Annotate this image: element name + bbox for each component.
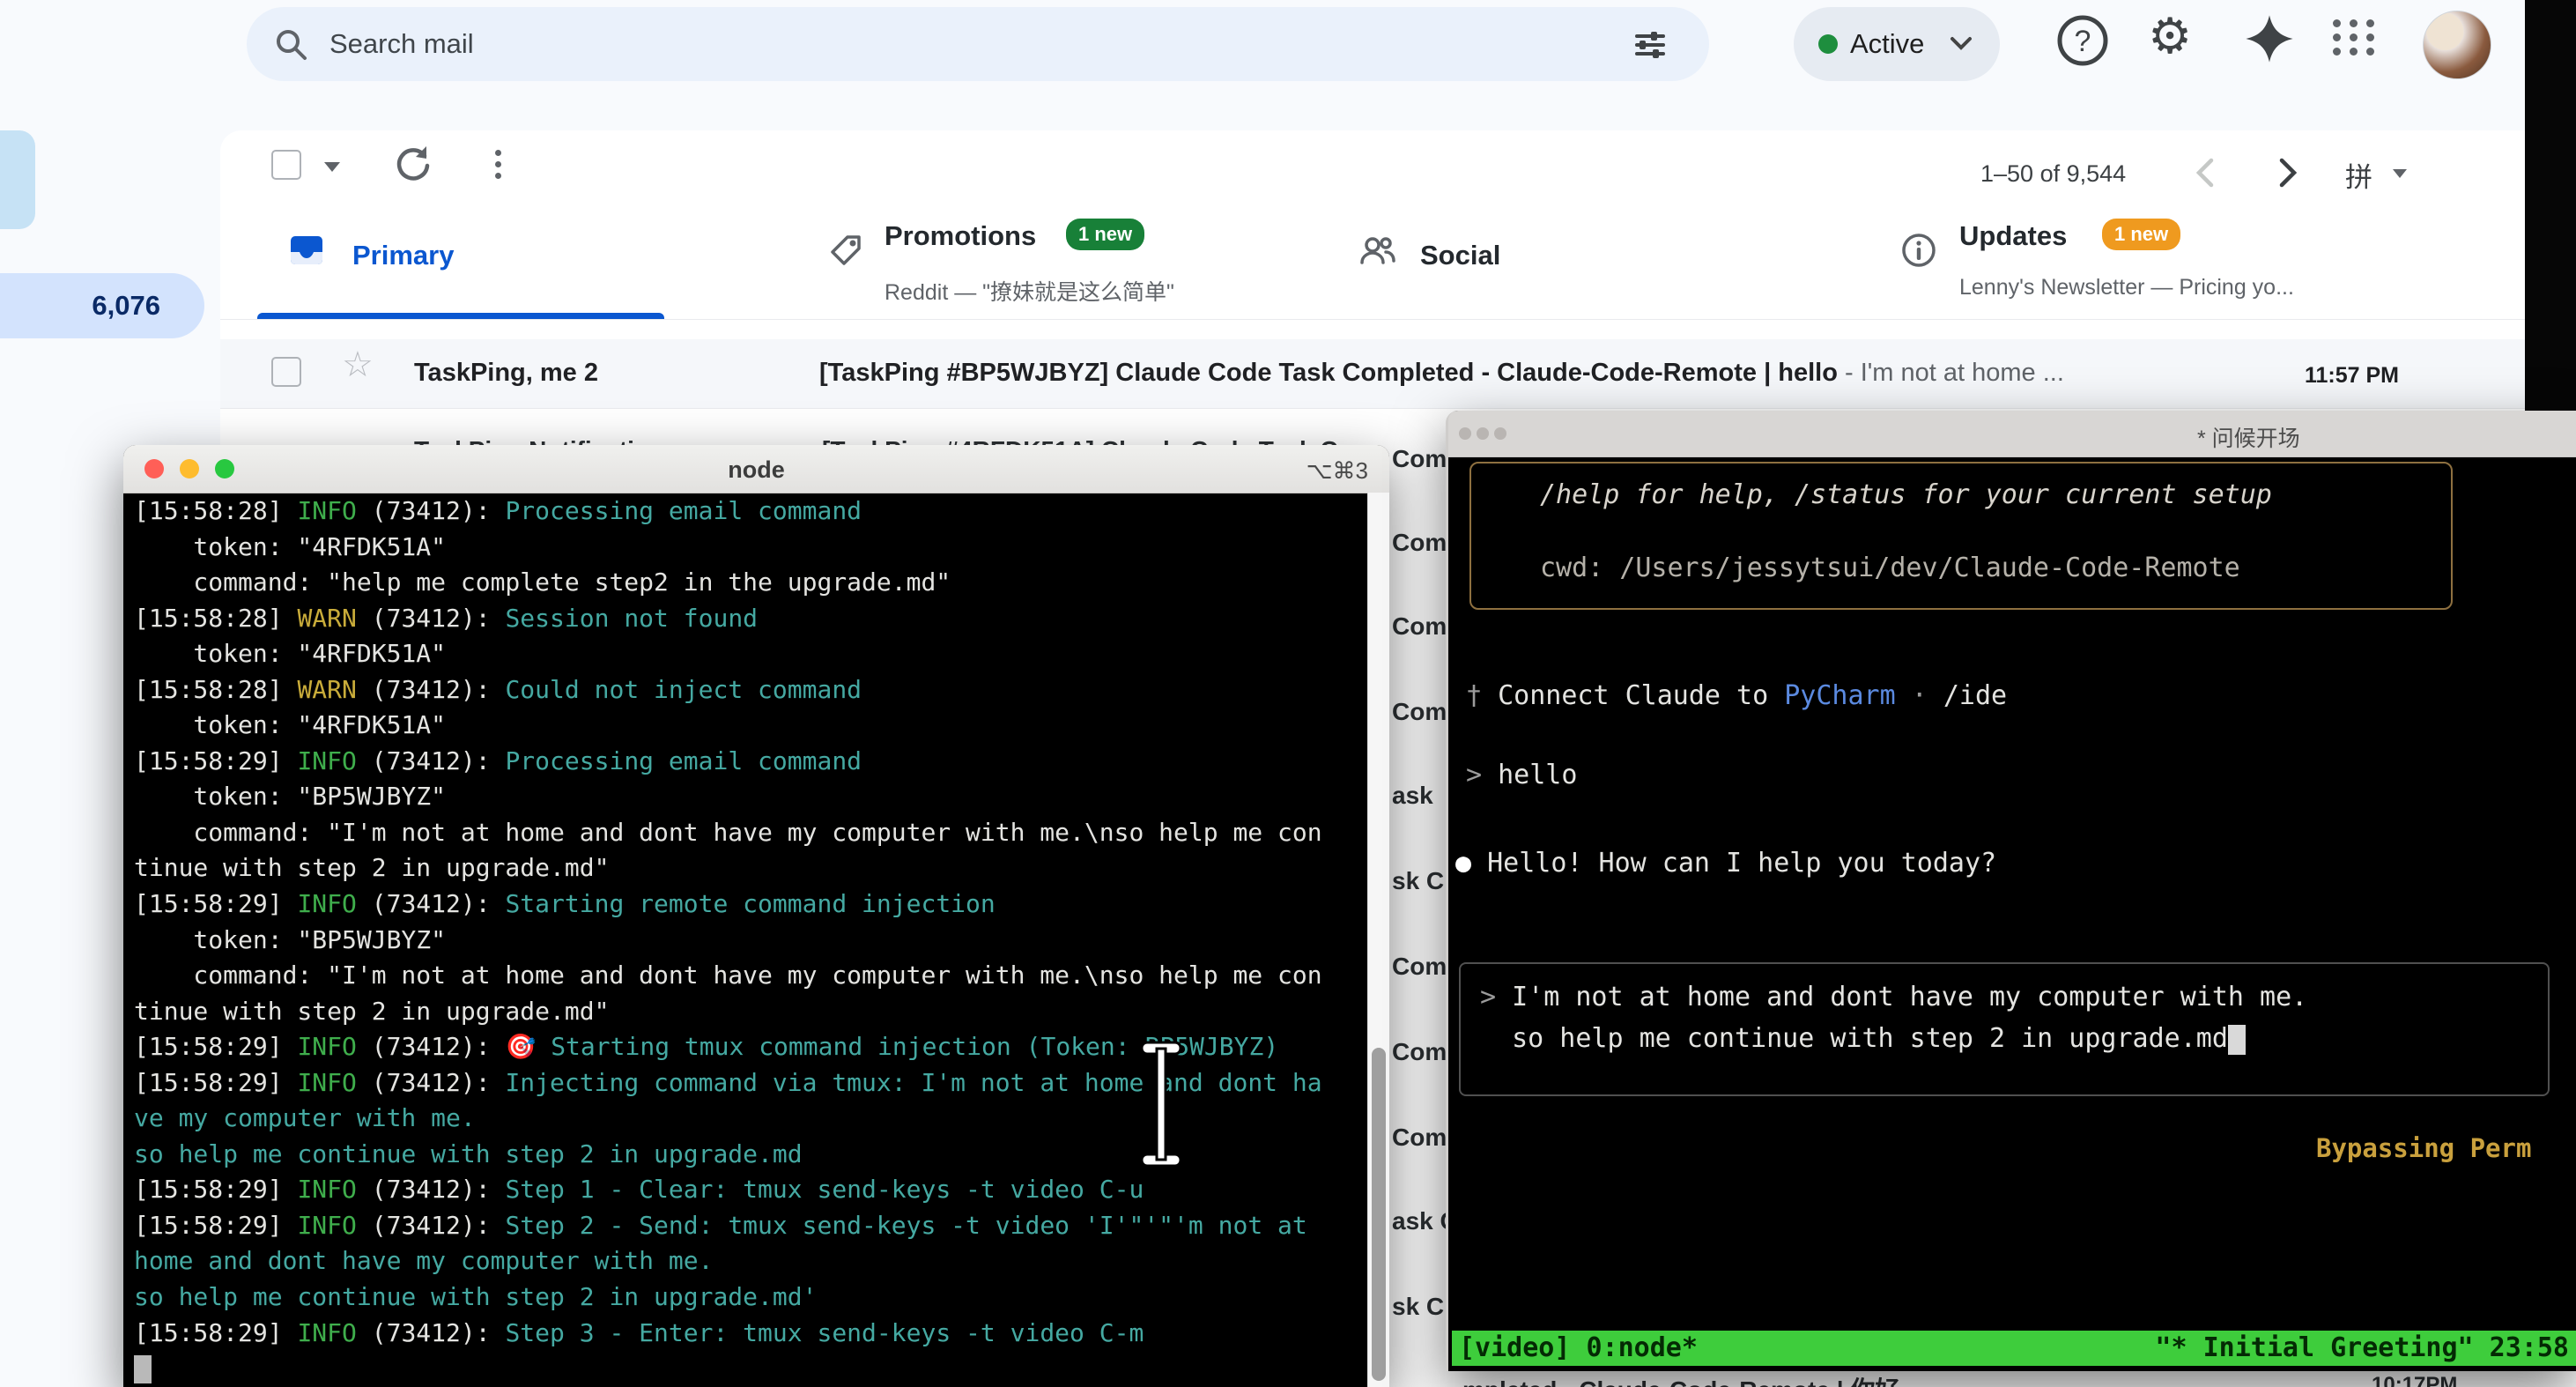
claude-welcome-box: /help for help, /status for your current… xyxy=(1469,462,2453,610)
updates-preview-text: Lenny's Newsletter — Pricing yo... xyxy=(1959,275,2294,300)
terminal-title: * 问候开场 xyxy=(2197,421,2300,453)
status-label: Active xyxy=(1850,28,1924,60)
tmux-status-bar: [video] 0:node* "* Initial Greeting" 23:… xyxy=(1452,1331,2576,1366)
tab-primary[interactable]: Primary xyxy=(352,240,454,271)
scrollbar-thumb[interactable] xyxy=(1372,1048,1386,1381)
select-all-checkbox[interactable] xyxy=(271,150,301,180)
claude-input-box[interactable]: > I'm not at home and dont have my compu… xyxy=(1459,962,2550,1096)
updates-new-badge: 1 new xyxy=(2102,219,2180,250)
terminal-scrollbar[interactable] xyxy=(1367,493,1389,1387)
terminal-log-output: [15:58:28] INFO (73412): Processing emai… xyxy=(134,496,1366,1387)
close-button[interactable] xyxy=(1459,427,1471,440)
profile-avatar[interactable] xyxy=(2423,11,2491,79)
refresh-icon[interactable] xyxy=(393,143,433,183)
tabs-divider xyxy=(220,319,2525,320)
ide-tip-line: † Connect Claude to PyCharm · /ide xyxy=(1466,680,2007,711)
tmux-window-title: "* Initial Greeting" 23:58 xyxy=(2155,1331,2569,1366)
status-active-dot xyxy=(1818,34,1838,54)
tab-updates[interactable]: Updates xyxy=(1959,220,2067,252)
input-method-label[interactable]: 拼 xyxy=(2345,155,2372,195)
assistant-reply: ● Hello! How can I help you today? xyxy=(1455,848,1996,879)
more-options-icon[interactable] xyxy=(495,145,501,184)
search-options-icon[interactable] xyxy=(1632,26,1669,63)
tab-social[interactable]: Social xyxy=(1420,240,1500,271)
inbox-count-pill[interactable]: 6,076 xyxy=(0,273,204,338)
svg-text:?: ? xyxy=(2075,25,2091,58)
select-dropdown-caret-icon[interactable] xyxy=(324,162,340,180)
promotions-preview-text: Reddit — "撩妹就是这么简单" xyxy=(885,275,1174,307)
search-input[interactable]: Search mail xyxy=(329,28,474,60)
older-page-chevron-icon[interactable] xyxy=(2190,155,2220,190)
terminal-titlebar[interactable]: node ⌥⌘3 xyxy=(123,445,1389,493)
screen: 6,076 Search mail Active ? ⚙ xyxy=(0,0,2576,1387)
search-bar[interactable]: Search mail xyxy=(247,7,1709,81)
apps-grid-icon[interactable] xyxy=(2333,19,2377,56)
updates-tab-icon xyxy=(1899,231,1938,270)
permissions-mode-label: Bypassing Perm xyxy=(2316,1133,2531,1163)
terminal-title: node xyxy=(123,456,1389,484)
gemini-sparkle-icon[interactable] xyxy=(2245,14,2294,63)
email-snippet: - I'm not at home ... xyxy=(1838,359,2064,387)
chevron-down-icon xyxy=(1949,35,1973,53)
social-tab-icon xyxy=(1358,231,1397,270)
terminal-shortcut-label: ⌥⌘3 xyxy=(1307,457,1368,485)
tab-promotions[interactable]: Promotions xyxy=(885,220,1036,252)
zoom-button[interactable] xyxy=(1494,427,1506,440)
tmux-session-label: [video] 0:node* xyxy=(1459,1331,1698,1366)
email-row-checkbox[interactable] xyxy=(271,357,301,387)
email-subject-bold: [TaskPing #BP5WJBYZ] Claude Code Task Co… xyxy=(819,359,1838,387)
email-time: 11:57 PM xyxy=(2305,363,2399,389)
claude-code-session: /help for help, /status for your current… xyxy=(1448,456,2576,1371)
terminal-window-claude-code[interactable]: * 问候开场 /help for help, /status for your … xyxy=(1446,411,2576,1371)
terminal-titlebar[interactable]: * 问候开场 xyxy=(1448,411,2576,457)
promotions-new-badge: 1 new xyxy=(1066,219,1144,250)
selected-tab-underline xyxy=(257,313,664,319)
screen-edge-strip xyxy=(2525,0,2576,414)
sidebar-peek-shape xyxy=(0,130,35,229)
primary-tab-icon xyxy=(287,231,326,270)
email-sender: TaskPing, me 2 xyxy=(414,359,598,388)
help-icon[interactable]: ? xyxy=(2054,12,2111,69)
promotions-tab-icon xyxy=(826,231,865,270)
input-method-caret-icon[interactable] xyxy=(2393,169,2407,185)
settings-gear-icon[interactable]: ⚙ xyxy=(2148,7,2192,65)
email-subject: [TaskPing #BP5WJBYZ] Claude Code Task Co… xyxy=(819,359,2064,388)
newer-page-chevron-icon[interactable] xyxy=(2273,155,2303,190)
terminal-window-node[interactable]: node ⌥⌘3 [15:58:28] INFO (73412): Proces… xyxy=(123,445,1389,1387)
search-icon xyxy=(271,25,310,63)
pagination-label: 1–50 of 9,544 xyxy=(1980,160,2126,188)
star-icon[interactable]: ☆ xyxy=(342,347,374,382)
user-prompt-echo: > hello xyxy=(1466,760,1577,790)
text-cursor-pointer xyxy=(1133,1038,1189,1170)
minimize-button[interactable] xyxy=(1477,427,1489,440)
